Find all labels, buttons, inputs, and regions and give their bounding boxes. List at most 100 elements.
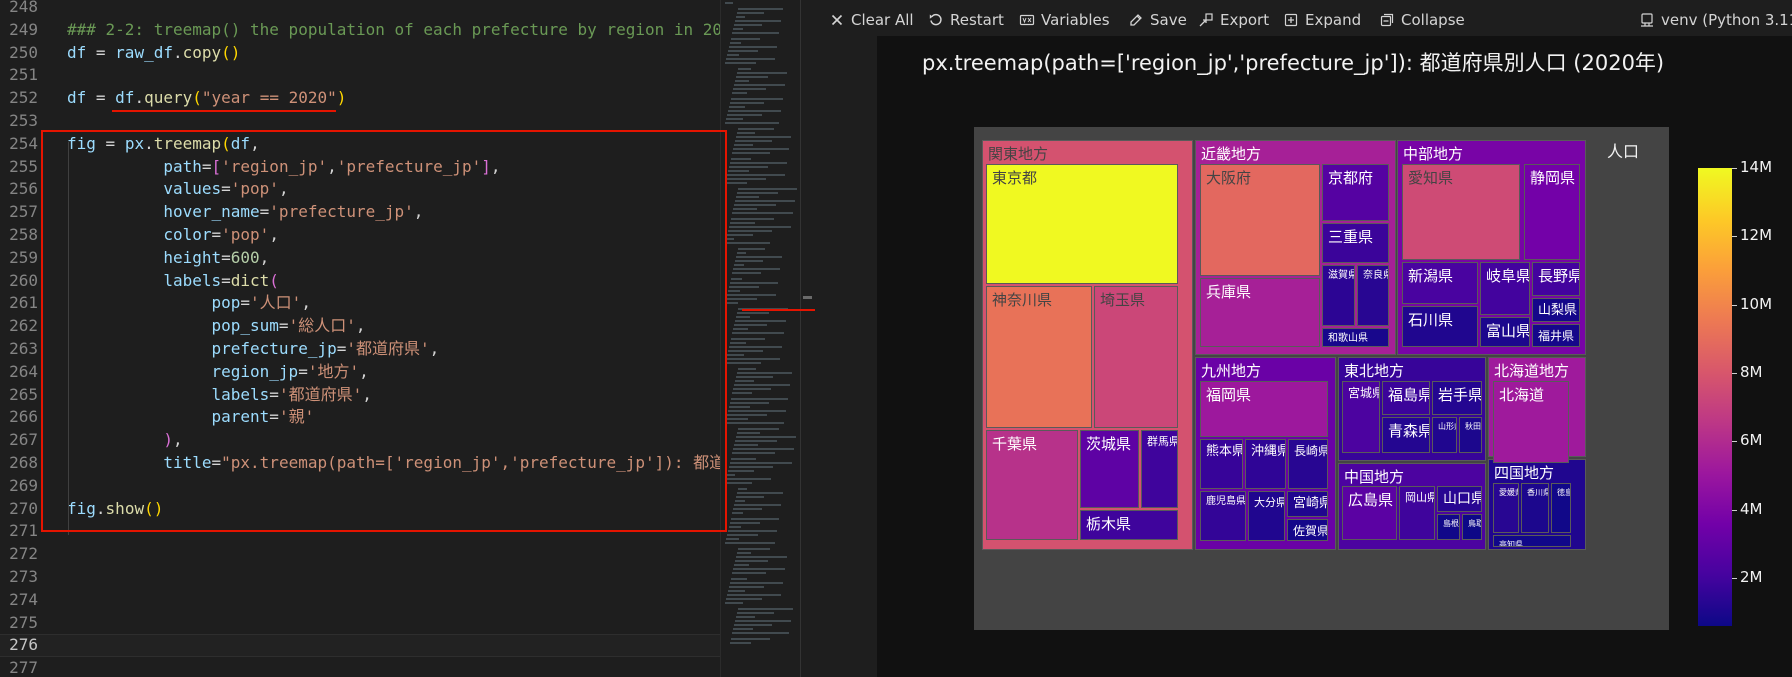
code-token: , xyxy=(359,361,369,381)
minimap-line xyxy=(728,50,758,52)
treemap-prefecture-tile[interactable]: 大阪府 xyxy=(1200,164,1320,276)
treemap-prefecture-tile[interactable]: 島根県 xyxy=(1437,514,1460,540)
minimap-line xyxy=(728,470,754,472)
treemap-prefecture-tile[interactable]: 岡山県 xyxy=(1399,486,1435,540)
expand-button[interactable]: Expand xyxy=(1283,9,1361,31)
code-line[interactable]: 258 color='pop', xyxy=(0,224,720,247)
code-line[interactable]: 254 fig = px.treemap(df, xyxy=(0,133,720,156)
code-line[interactable]: 267 ), xyxy=(0,429,720,452)
treemap-prefecture-tile[interactable]: 熊本県 xyxy=(1200,439,1243,489)
code-line[interactable]: 248 xyxy=(0,0,720,19)
treemap-prefecture-tile[interactable]: 石川県 xyxy=(1402,306,1478,347)
treemap-prefecture-tile[interactable]: 岩手県 xyxy=(1432,381,1482,415)
code-line[interactable]: 270 fig.show() xyxy=(0,498,720,521)
code-line[interactable]: 277 xyxy=(0,657,720,677)
treemap-prefecture-tile[interactable]: 高知県 xyxy=(1493,535,1571,547)
export-button[interactable]: Export xyxy=(1198,9,1269,31)
code-line[interactable]: 273 xyxy=(0,566,720,589)
treemap-prefecture-tile[interactable]: 福島県 xyxy=(1382,381,1430,415)
treemap-prefecture-tile[interactable]: 京都府 xyxy=(1322,164,1389,221)
code-line[interactable]: 275 xyxy=(0,612,720,635)
treemap-prefecture-tile[interactable]: 佐賀県 xyxy=(1287,519,1328,541)
code-line[interactable]: 251 xyxy=(0,64,720,87)
treemap-prefecture-tile[interactable]: 埼玉県 xyxy=(1094,286,1178,428)
treemap-prefecture-tile[interactable]: 山梨県 xyxy=(1532,298,1580,322)
treemap-prefecture-tile[interactable]: 鳥取県 xyxy=(1462,514,1482,540)
treemap-prefecture-tile[interactable]: 福岡県 xyxy=(1200,381,1328,437)
code-editor[interactable]: 248 249 ### 2-2: treemap() the population … xyxy=(0,0,720,677)
treemap-prefecture-tile[interactable]: 秋田県 xyxy=(1459,417,1482,453)
minimap-line xyxy=(734,24,762,26)
treemap-prefecture-tile[interactable]: 三重県 xyxy=(1322,223,1389,263)
code-line[interactable]: 263 prefecture_jp='都道府県', xyxy=(0,338,720,361)
variables-button[interactable]: Variables xyxy=(1019,9,1110,31)
treemap-prefecture-tile[interactable]: 長崎県 xyxy=(1288,439,1328,489)
treemap-prefecture-tile[interactable]: 東京都 xyxy=(986,164,1178,284)
treemap-prefecture-tile[interactable]: 群馬県 xyxy=(1141,430,1178,508)
treemap-prefecture-tile[interactable]: 北海道 xyxy=(1493,381,1569,463)
minimap-line xyxy=(736,556,787,558)
code-line[interactable]: 249 ### 2-2: treemap() the population of … xyxy=(0,19,720,42)
treemap-prefecture-tile[interactable]: 福井県 xyxy=(1532,324,1580,347)
treemap-prefecture-tile[interactable]: 広島県 xyxy=(1342,486,1397,540)
editor-scrollbar[interactable] xyxy=(800,0,814,677)
kernel-picker[interactable]: venv (Python 3.11. xyxy=(1639,9,1792,31)
treemap-prefecture-tile[interactable]: 徳島県 xyxy=(1551,483,1571,533)
code-line[interactable]: 271 xyxy=(0,520,720,543)
clear-all-button[interactable]: Clear All xyxy=(829,9,914,31)
code-line[interactable]: 276 xyxy=(0,634,720,658)
treemap-prefecture-tile[interactable]: 奈良県 xyxy=(1357,265,1389,326)
treemap-prefecture-tile[interactable]: 沖縄県 xyxy=(1245,439,1286,489)
code-line[interactable]: 264 region_jp='地方', xyxy=(0,361,720,384)
restart-button[interactable]: Restart xyxy=(928,9,1004,31)
code-line[interactable]: 265 labels='都道府県', xyxy=(0,384,720,407)
treemap-prefecture-tile[interactable]: 宮崎県 xyxy=(1287,491,1328,517)
save-button[interactable]: Save xyxy=(1128,9,1187,31)
code-line[interactable]: 274 xyxy=(0,589,720,612)
treemap-prefecture-tile[interactable]: 神奈川県 xyxy=(986,286,1092,428)
treemap-prefecture-tile[interactable]: 愛媛県 xyxy=(1493,483,1519,533)
scrollbar-thumb[interactable] xyxy=(803,296,812,299)
code-line[interactable]: 252 df = df.query("year == 2020") xyxy=(0,87,720,110)
treemap-prefecture-tile[interactable]: 長野県 xyxy=(1532,262,1580,296)
minimap-line xyxy=(730,582,783,584)
minimap-line xyxy=(725,422,784,424)
code-line[interactable]: 253 xyxy=(0,110,720,133)
code-line[interactable]: 272 xyxy=(0,543,720,566)
prefecture-label: 宮城県 xyxy=(1348,386,1379,400)
collapse-button[interactable]: Collapse xyxy=(1379,9,1465,31)
treemap-prefecture-tile[interactable]: 茨城県 xyxy=(1080,430,1139,508)
treemap-prefecture-tile[interactable]: 滋賀県 xyxy=(1322,265,1355,326)
minimap-line xyxy=(738,488,747,490)
treemap-prefecture-tile[interactable]: 鹿児島県 xyxy=(1200,491,1246,541)
treemap-prefecture-tile[interactable]: 千葉県 xyxy=(986,430,1078,540)
treemap-prefecture-tile[interactable]: 山口県 xyxy=(1437,486,1482,512)
treemap-prefecture-tile[interactable]: 兵庫県 xyxy=(1200,278,1320,347)
treemap-prefecture-tile[interactable]: 静岡県 xyxy=(1524,164,1580,260)
treemap-prefecture-tile[interactable]: 宮城県 xyxy=(1342,381,1380,453)
code-line[interactable]: 261 pop='人口', xyxy=(0,292,720,315)
treemap-prefecture-tile[interactable]: 青森県 xyxy=(1382,417,1430,453)
code-token: prefecture_jp xyxy=(67,339,337,358)
code-line[interactable]: 259 height=600, xyxy=(0,247,720,270)
treemap-prefecture-tile[interactable]: 香川県 xyxy=(1521,483,1549,533)
code-line[interactable]: 269 xyxy=(0,475,720,498)
code-line[interactable]: 256 values='pop', xyxy=(0,178,720,201)
code-line[interactable]: 260 labels=dict( xyxy=(0,270,720,293)
code-line[interactable]: 268 title="px.treemap(path=['region_jp',… xyxy=(0,452,720,475)
code-line[interactable]: 250 df = raw_df.copy() xyxy=(0,42,720,65)
treemap-prefecture-tile[interactable]: 岐阜県 xyxy=(1480,262,1530,315)
treemap-prefecture-tile[interactable]: 栃木県 xyxy=(1080,510,1178,540)
code-line[interactable]: 266 parent='親' xyxy=(0,406,720,429)
treemap-prefecture-tile[interactable]: 大分県 xyxy=(1248,491,1285,541)
editor-minimap[interactable] xyxy=(720,0,801,677)
minimap-line xyxy=(738,128,774,130)
treemap-prefecture-tile[interactable]: 富山県 xyxy=(1480,317,1530,347)
treemap-prefecture-tile[interactable]: 新潟県 xyxy=(1402,262,1478,304)
code-line[interactable]: 255 path=['region_jp','prefecture_jp'], xyxy=(0,156,720,179)
treemap-prefecture-tile[interactable]: 和歌山県 xyxy=(1322,328,1389,347)
code-line[interactable]: 262 pop_sum='総人口', xyxy=(0,315,720,338)
treemap-prefecture-tile[interactable]: 愛知県 xyxy=(1402,164,1520,260)
treemap-prefecture-tile[interactable]: 山形県 xyxy=(1432,417,1457,453)
code-line[interactable]: 257 hover_name='prefecture_jp', xyxy=(0,201,720,224)
